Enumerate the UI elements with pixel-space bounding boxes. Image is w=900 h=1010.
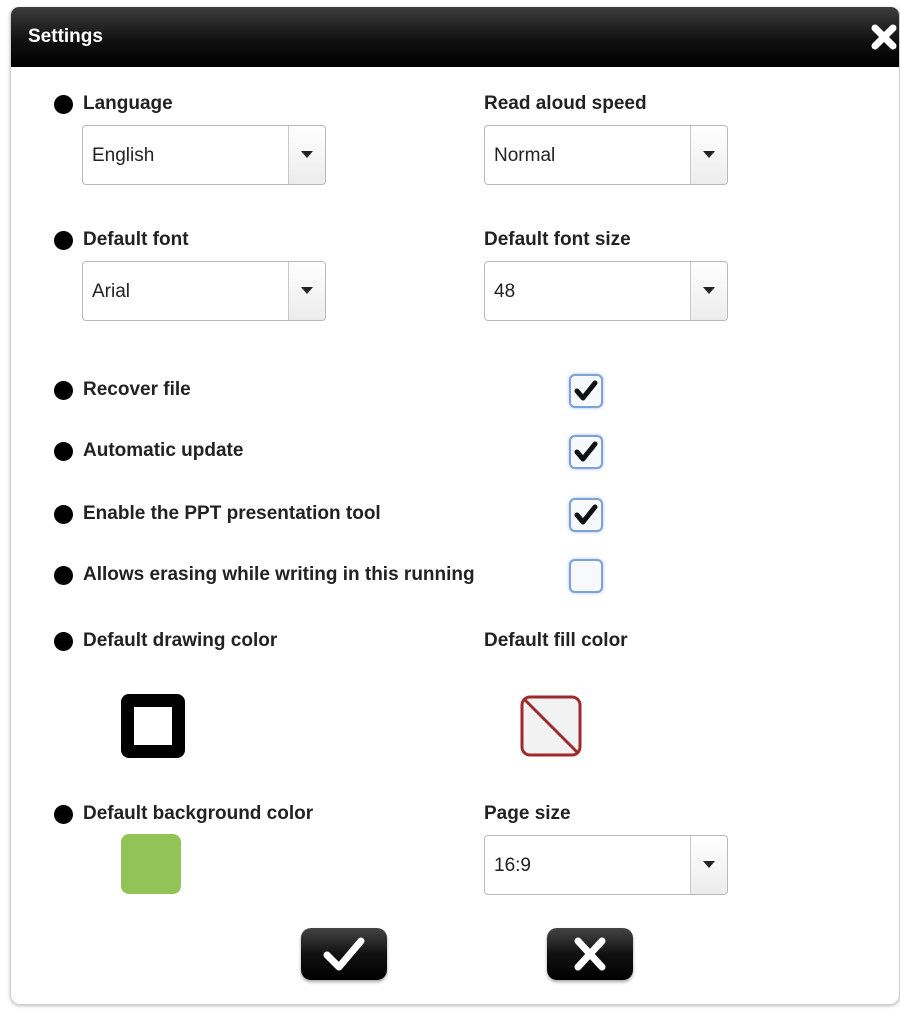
dropdown-button[interactable] — [690, 836, 727, 894]
language-value: English — [92, 145, 155, 166]
bullet-icon — [54, 632, 73, 651]
page-size-value: 16:9 — [494, 855, 531, 876]
drawing-color-swatch[interactable] — [121, 694, 185, 758]
default-font-size-value: 48 — [494, 281, 516, 302]
bullet-icon — [54, 442, 73, 461]
chevron-down-icon — [703, 287, 715, 294]
dropdown-button[interactable] — [690, 126, 727, 184]
fill-color-label: Default fill color — [484, 630, 628, 651]
background-color-swatch[interactable] — [121, 834, 181, 894]
language-label: Language — [83, 93, 173, 114]
recover-file-checkbox[interactable] — [569, 374, 603, 408]
cancel-icon — [574, 937, 606, 971]
close-icon[interactable] — [870, 23, 898, 51]
default-font-size-label: Default font size — [484, 229, 631, 250]
page-size-label: Page size — [484, 803, 571, 824]
fill-color-swatch[interactable] — [519, 694, 583, 758]
dropdown-button[interactable] — [690, 262, 727, 320]
bullet-icon — [54, 381, 73, 400]
chevron-down-icon — [301, 287, 313, 294]
allow-erasing-label: Allows erasing while writing in this run… — [83, 564, 475, 585]
ok-button[interactable] — [301, 928, 387, 980]
drawing-color-label: Default drawing color — [83, 630, 278, 651]
read-aloud-speed-select[interactable]: Normal — [484, 125, 728, 185]
recover-file-label: Recover file — [83, 379, 191, 400]
background-color-label: Default background color — [83, 803, 314, 824]
settings-dialog: Settings Language English Read aloud spe… — [10, 7, 900, 1005]
ppt-tool-checkbox[interactable] — [569, 498, 603, 532]
dialog-title: Settings — [28, 26, 103, 47]
bullet-icon — [54, 805, 73, 824]
chevron-down-icon — [703, 861, 715, 868]
dropdown-button[interactable] — [288, 126, 325, 184]
check-icon — [323, 937, 365, 971]
title-bar: Settings — [11, 7, 899, 67]
read-aloud-speed-label: Read aloud speed — [484, 93, 647, 114]
bullet-icon — [54, 231, 73, 250]
default-font-label: Default font — [83, 229, 189, 250]
automatic-update-label: Automatic update — [83, 440, 244, 461]
allow-erasing-checkbox[interactable] — [569, 559, 603, 593]
chevron-down-icon — [301, 151, 313, 158]
swatch-inner — [134, 707, 172, 745]
automatic-update-checkbox[interactable] — [569, 435, 603, 469]
bullet-icon — [54, 95, 73, 114]
default-font-select[interactable]: Arial — [82, 261, 326, 321]
read-aloud-speed-value: Normal — [494, 145, 556, 166]
bullet-icon — [54, 505, 73, 524]
default-font-value: Arial — [92, 281, 131, 302]
page-size-select[interactable]: 16:9 — [484, 835, 728, 895]
ppt-tool-label: Enable the PPT presentation tool — [83, 503, 381, 524]
bullet-icon — [54, 566, 73, 585]
chevron-down-icon — [703, 151, 715, 158]
language-select[interactable]: English — [82, 125, 326, 185]
default-font-size-select[interactable]: 48 — [484, 261, 728, 321]
cancel-button[interactable] — [547, 928, 633, 980]
dropdown-button[interactable] — [288, 262, 325, 320]
